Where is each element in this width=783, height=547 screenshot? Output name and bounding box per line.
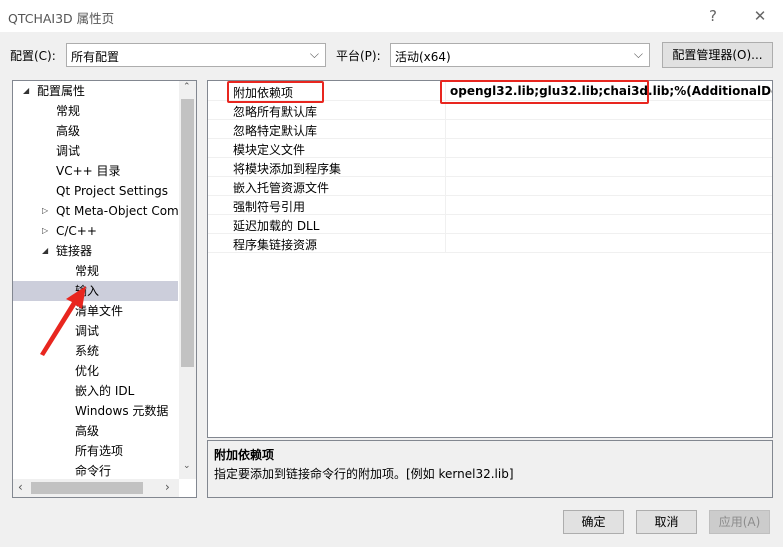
tree-item[interactable]: 常规 [13, 101, 178, 121]
config-manager-button[interactable]: 配置管理器(O)... [662, 42, 773, 68]
tree-item[interactable]: Qt Project Settings [13, 181, 178, 201]
description-text: 指定要添加到链接命令行的附加项。[例如 kernel32.lib] [214, 467, 514, 481]
tree-item[interactable]: 命令行 [13, 461, 178, 481]
apply-button[interactable]: 应用(A) [709, 510, 770, 534]
tree-item[interactable]: 常规 [13, 261, 178, 281]
property-value[interactable] [445, 139, 450, 158]
window-title: QTCHAI3D 属性页 [8, 11, 115, 26]
tree-item-label: 常规 [56, 104, 81, 118]
property-value[interactable] [445, 177, 450, 196]
property-name: 嵌入托管资源文件 [233, 181, 330, 195]
tree-horizontal-scrollbar[interactable]: ‹ › [13, 479, 179, 497]
config-dropdown[interactable]: 所有配置 ⌵ [66, 43, 326, 67]
property-row[interactable]: 忽略特定默认库 [208, 120, 772, 139]
property-value[interactable] [445, 234, 450, 253]
property-row[interactable]: 强制符号引用 [208, 196, 772, 215]
property-row[interactable]: 嵌入托管资源文件 [208, 177, 772, 196]
scroll-thumb[interactable] [31, 482, 143, 494]
property-row[interactable]: 将模块添加到程序集 [208, 158, 772, 177]
tree-item[interactable]: 优化 [13, 361, 178, 381]
tree-item[interactable]: 高级 [13, 121, 178, 141]
tree-item-label: 配置属性 [37, 84, 86, 98]
property-name: 模块定义文件 [233, 143, 306, 157]
property-row[interactable]: 模块定义文件 [208, 139, 772, 158]
scroll-thumb[interactable] [181, 99, 194, 367]
tree-item-label: 常规 [75, 264, 100, 278]
platform-dropdown[interactable]: 活动(x64) ⌵ [390, 43, 650, 67]
tree-item-label: 链接器 [56, 244, 93, 258]
tree-item-label: Windows 元数据 [75, 404, 169, 418]
scroll-left-icon[interactable]: ‹ [18, 480, 23, 494]
scroll-right-icon[interactable]: › [165, 480, 170, 494]
property-name: 延迟加载的 DLL [233, 219, 320, 233]
property-name: 强制符号引用 [233, 200, 306, 214]
tree-item-label: 嵌入的 IDL [75, 384, 135, 398]
property-name: 将模块添加到程序集 [233, 162, 342, 176]
scroll-up-icon[interactable]: ⌃ [183, 82, 191, 92]
tree-item[interactable]: ◢ 链接器 [13, 241, 178, 261]
scroll-down-icon[interactable]: ⌄ [183, 461, 191, 471]
expand-icon[interactable]: ▷ [42, 201, 48, 221]
tree-item-label: 调试 [56, 144, 81, 158]
title-bar: QTCHAI3D 属性页 ? ✕ [0, 0, 783, 32]
red-arrow-annotation [40, 286, 86, 356]
platform-value: 活动(x64) [395, 50, 451, 64]
collapse-icon[interactable]: ◢ [42, 241, 48, 261]
property-name: 程序集链接资源 [233, 238, 318, 252]
property-value[interactable] [445, 158, 450, 177]
tree-item[interactable]: 所有选项 [13, 441, 178, 461]
tree-item[interactable]: 嵌入的 IDL [13, 381, 178, 401]
tree-item-label: 命令行 [75, 464, 112, 478]
tree-item-label: 所有选项 [75, 444, 124, 458]
config-label: 配置(C): [10, 49, 56, 63]
property-row[interactable]: 延迟加载的 DLL [208, 215, 772, 234]
tree-item-label: VC++ 目录 [56, 164, 121, 178]
chevron-down-icon: ⌵ [633, 47, 643, 61]
description-panel: 附加依赖项 指定要添加到链接命令行的附加项。[例如 kernel32.lib] [207, 440, 773, 498]
tree-item[interactable]: ◢ 配置属性 [13, 81, 178, 101]
help-button[interactable]: ? [698, 4, 728, 28]
property-grid[interactable]: 附加依赖项 opengl32.lib;glu32.lib;chai3d.lib;%… [207, 80, 773, 438]
cancel-button[interactable]: 取消 [636, 510, 697, 534]
tree-item-label: Qt Project Settings [56, 184, 169, 198]
tree-item[interactable]: 调试 [13, 141, 178, 161]
tree-item[interactable]: VC++ 目录 [13, 161, 178, 181]
tree-vertical-scrollbar[interactable]: ⌃ ⌄ [179, 81, 196, 479]
tree-item[interactable]: ▷ Qt Meta-Object Com [13, 201, 179, 221]
close-button[interactable]: ✕ [745, 4, 775, 28]
config-value: 所有配置 [71, 50, 120, 64]
ok-button[interactable]: 确定 [563, 510, 624, 534]
tree-item-label: C/C++ [56, 224, 97, 238]
tree-item[interactable]: Windows 元数据 [13, 401, 178, 421]
highlight-box [227, 81, 324, 103]
expand-icon[interactable]: ▷ [42, 221, 48, 241]
chevron-down-icon: ⌵ [309, 47, 319, 61]
property-value[interactable] [445, 120, 450, 139]
property-value[interactable] [445, 196, 450, 215]
tree-item-label: 高级 [56, 124, 81, 138]
tree-item-label: 优化 [75, 364, 100, 378]
highlight-box [440, 80, 649, 104]
tree-item[interactable]: 高级 [13, 421, 178, 441]
platform-label: 平台(P): [336, 49, 381, 63]
tree-item-label: 高级 [75, 424, 100, 438]
collapse-icon[interactable]: ◢ [23, 81, 29, 101]
tree-item-label: Qt Meta-Object Com [56, 204, 179, 218]
property-name: 忽略特定默认库 [233, 124, 318, 138]
tree-item[interactable]: ▷ C/C++ [13, 221, 178, 241]
description-title: 附加依赖项 [214, 448, 275, 462]
property-value[interactable] [445, 215, 450, 234]
property-row[interactable]: 程序集链接资源 [208, 234, 772, 253]
property-name: 忽略所有默认库 [233, 105, 318, 119]
